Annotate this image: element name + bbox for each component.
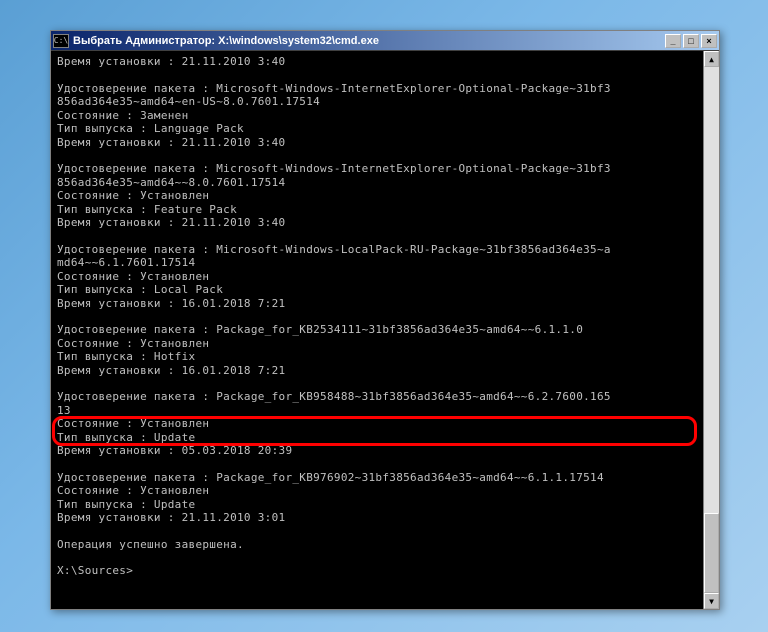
- minimize-button[interactable]: _: [665, 34, 681, 48]
- cmd-icon: C:\: [53, 34, 69, 48]
- console-line: Тип выпуска : Update: [57, 431, 697, 445]
- console-line: 856ad364e35~amd64~en-US~8.0.7601.17514: [57, 95, 697, 109]
- cmd-window: C:\ Выбрать Администратор: X:\windows\sy…: [50, 30, 720, 610]
- console-line: Состояние : Установлен: [57, 270, 697, 284]
- console-line: Время установки : 21.11.2010 3:40: [57, 136, 697, 150]
- console-line: Тип выпуска : Local Pack: [57, 283, 697, 297]
- console-line: Время установки : 16.01.2018 7:21: [57, 364, 697, 378]
- console-line: Удостоверение пакета : Microsoft-Windows…: [57, 162, 697, 176]
- scroll-thumb[interactable]: [704, 513, 719, 593]
- scroll-up-button[interactable]: ▲: [704, 51, 719, 67]
- console-line: md64~~6.1.7601.17514: [57, 256, 697, 270]
- console-line: Состояние : Заменен: [57, 109, 697, 123]
- console-line: Удостоверение пакета : Package_for_KB958…: [57, 390, 697, 404]
- console-line: Время установки : 21.11.2010 3:01: [57, 511, 697, 525]
- console-block: Удостоверение пакета : Microsoft-Windows…: [57, 82, 697, 150]
- console-line: Время установки : 16.01.2018 7:21: [57, 297, 697, 311]
- console-block: X:\Sources>: [57, 564, 697, 578]
- console-block: Удостоверение пакета : Microsoft-Windows…: [57, 162, 697, 230]
- console-block: Удостоверение пакета : Microsoft-Windows…: [57, 243, 697, 311]
- console-area: Время установки : 21.11.2010 3:40 Удостов…: [51, 51, 719, 609]
- console-line: Время установки : 21.11.2010 3:40: [57, 55, 697, 69]
- console-line: Операция успешно завершена.: [57, 538, 697, 552]
- console-block: Время установки : 21.11.2010 3:40: [57, 55, 697, 69]
- console-line: Тип выпуска : Update: [57, 498, 697, 512]
- console-block: Операция успешно завершена.: [57, 538, 697, 552]
- titlebar[interactable]: C:\ Выбрать Администратор: X:\windows\sy…: [51, 31, 719, 51]
- console-line: X:\Sources>: [57, 564, 697, 578]
- console-line: Удостоверение пакета : Package_for_KB976…: [57, 471, 697, 485]
- console-line: Тип выпуска : Hotfix: [57, 350, 697, 364]
- console-line: 13: [57, 404, 697, 418]
- maximize-button[interactable]: □: [683, 34, 699, 48]
- console-line: Состояние : Установлен: [57, 189, 697, 203]
- vertical-scrollbar[interactable]: ▲ ▼: [703, 51, 719, 609]
- console-line: Время установки : 21.11.2010 3:40: [57, 216, 697, 230]
- scroll-down-button[interactable]: ▼: [704, 593, 719, 609]
- console-line: Удостоверение пакета : Microsoft-Windows…: [57, 243, 697, 257]
- window-controls: _ □ ×: [665, 34, 717, 48]
- console-line: Удостоверение пакета : Microsoft-Windows…: [57, 82, 697, 96]
- console-line: Тип выпуска : Feature Pack: [57, 203, 697, 217]
- console-line: Тип выпуска : Language Pack: [57, 122, 697, 136]
- console-line: Состояние : Установлен: [57, 484, 697, 498]
- console-block: Удостоверение пакета : Package_for_KB976…: [57, 471, 697, 525]
- console-block: Удостоверение пакета : Package_for_KB958…: [57, 390, 697, 458]
- console-line: Состояние : Установлен: [57, 417, 697, 431]
- console-output[interactable]: Время установки : 21.11.2010 3:40 Удостов…: [51, 51, 703, 609]
- console-line: Время установки : 05.03.2018 20:39: [57, 444, 697, 458]
- close-button[interactable]: ×: [701, 34, 717, 48]
- console-line: 856ad364e35~amd64~~8.0.7601.17514: [57, 176, 697, 190]
- scroll-track[interactable]: [704, 67, 719, 593]
- window-title: Выбрать Администратор: X:\windows\system…: [73, 35, 665, 47]
- console-block: Удостоверение пакета : Package_for_KB253…: [57, 323, 697, 377]
- console-line: Удостоверение пакета : Package_for_KB253…: [57, 323, 697, 337]
- console-line: Состояние : Установлен: [57, 337, 697, 351]
